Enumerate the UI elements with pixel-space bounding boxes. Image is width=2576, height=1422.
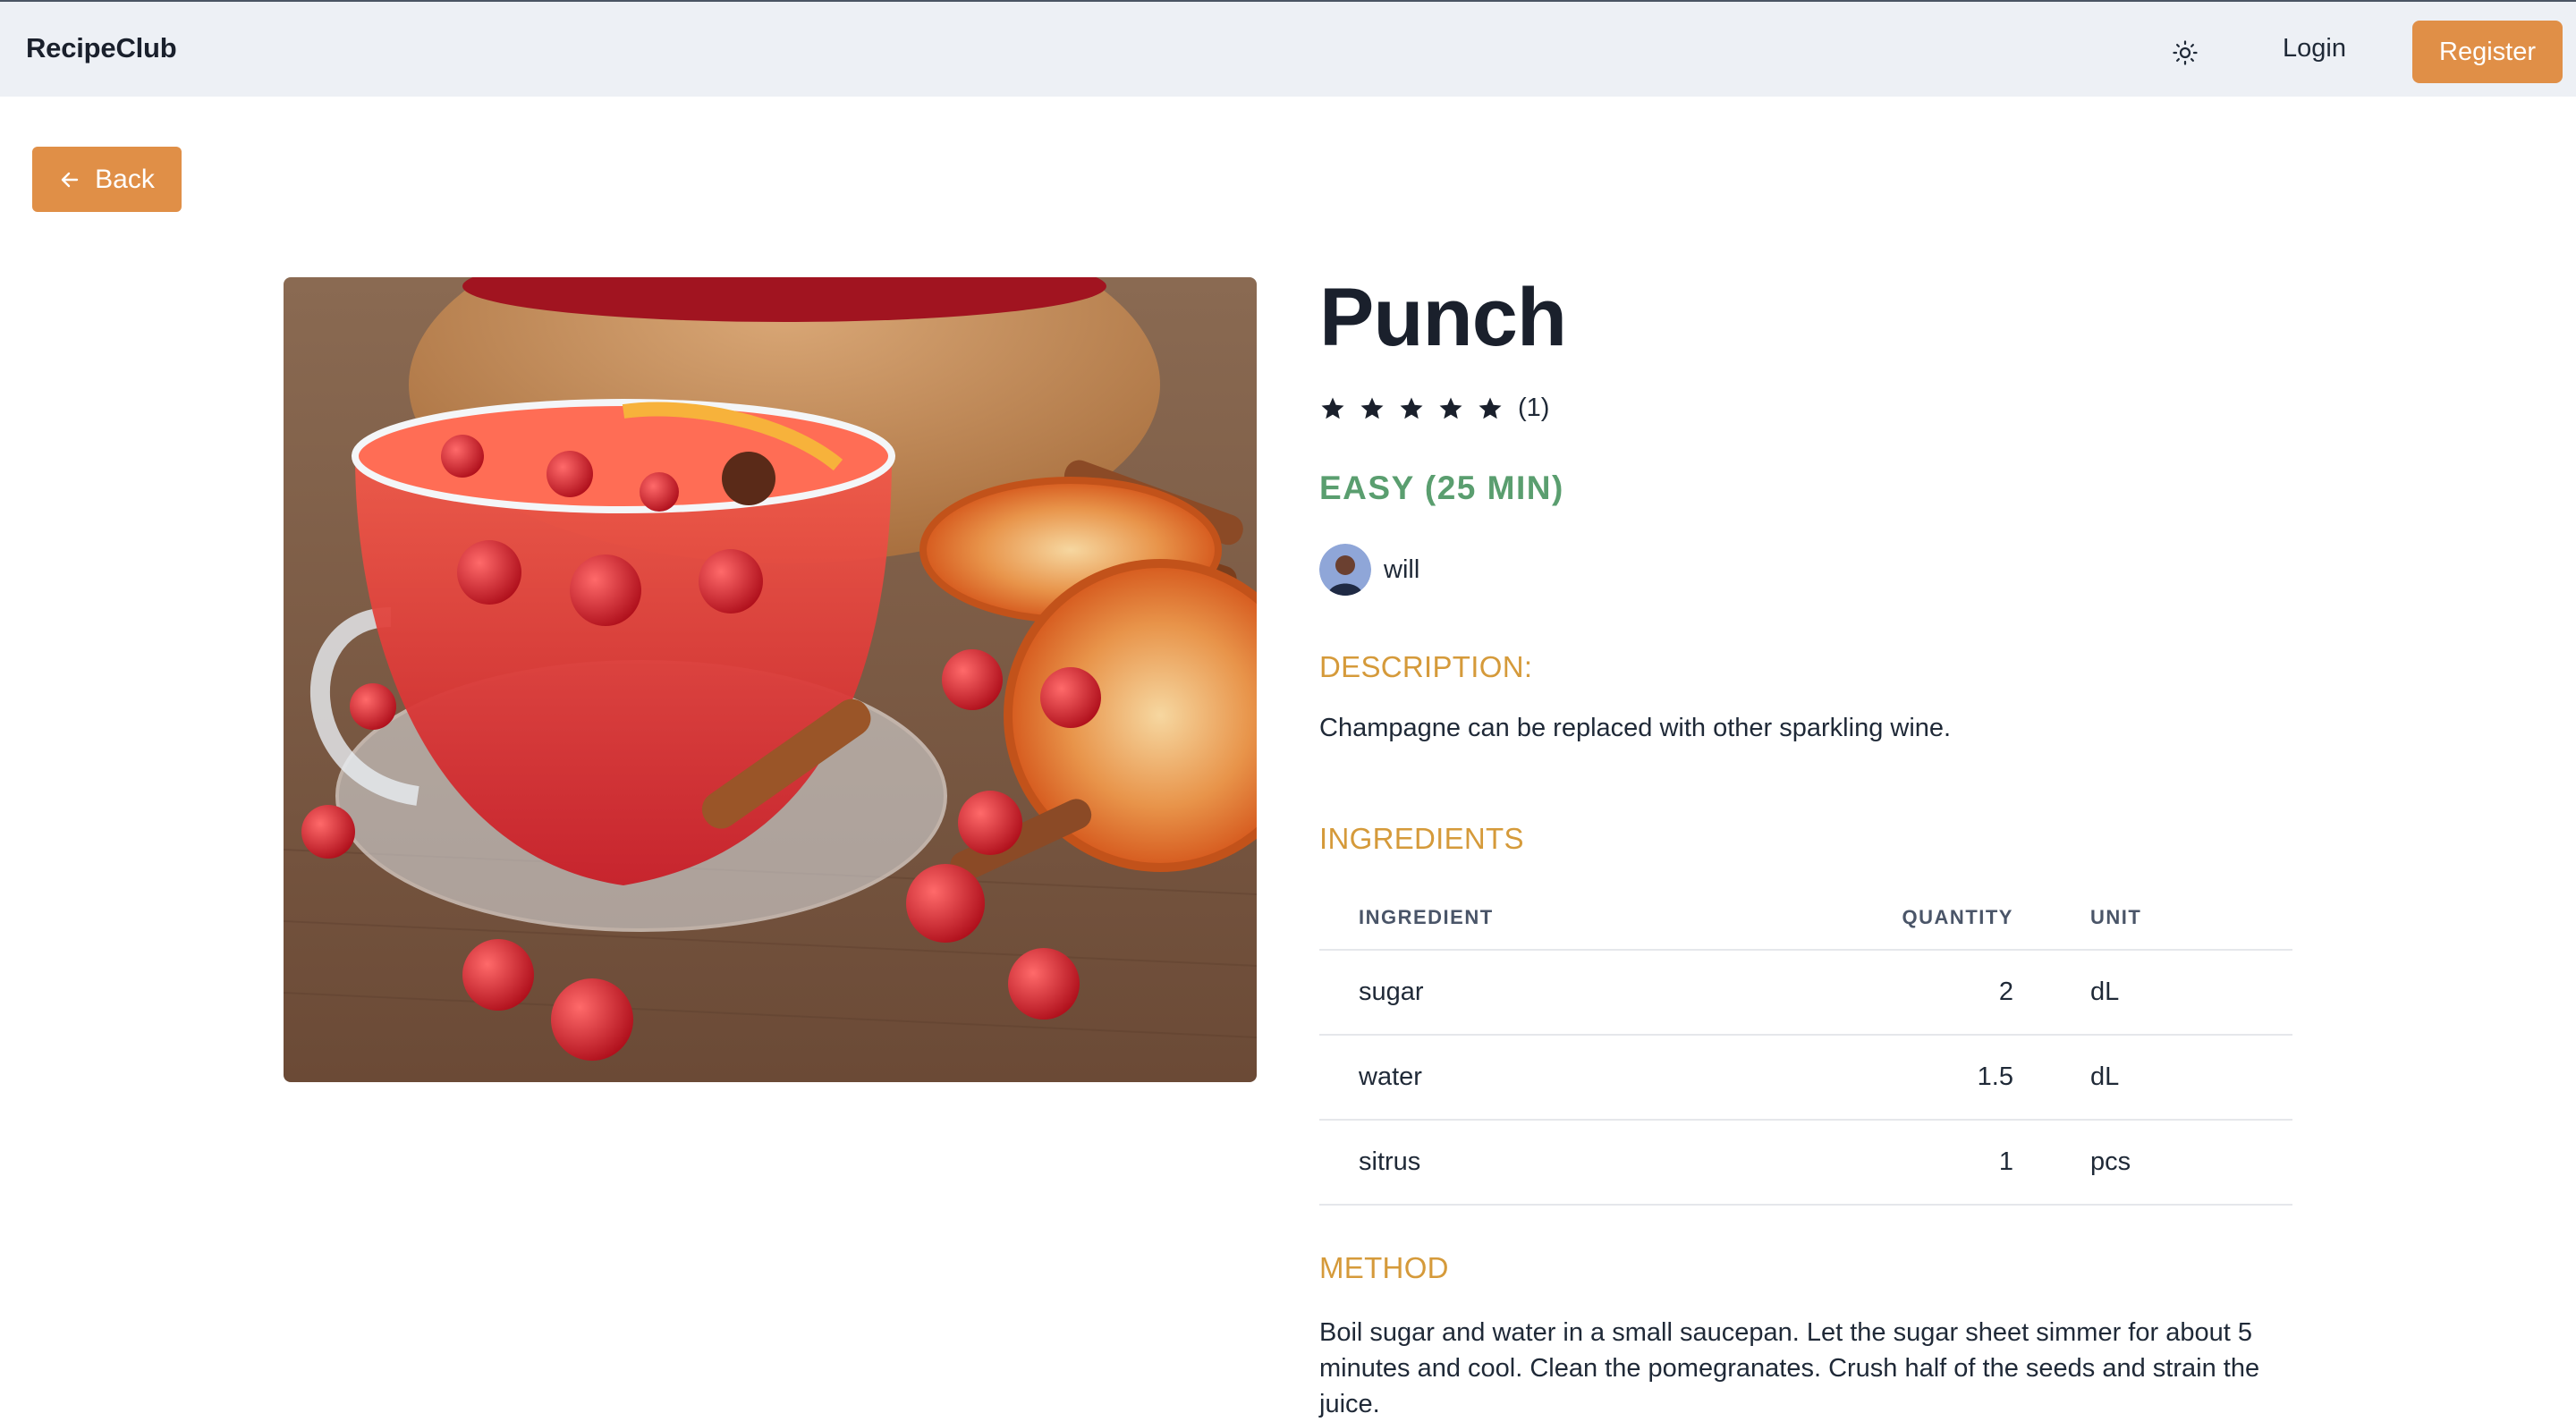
column-header-unit: UNIT (2013, 885, 2292, 951)
ingredient-unit: pcs (2013, 1120, 2292, 1206)
ingredients-table: INGREDIENT QUANTITY UNIT sugar 2 dL wate… (1319, 885, 2292, 1206)
sun-icon (2173, 40, 2198, 65)
difficulty-label: EASY (25 MIN) (1319, 470, 1564, 506)
theme-toggle-button[interactable] (2168, 36, 2202, 70)
back-button-label: Back (95, 164, 155, 194)
ingredient-quantity: 2 (1820, 950, 2013, 1036)
column-header-ingredient: INGREDIENT (1319, 885, 1820, 951)
ingredient-quantity: 1 (1820, 1120, 2013, 1206)
star-icon (1321, 397, 1344, 419)
register-button[interactable]: Register (2412, 21, 2563, 83)
description-text: Champagne can be replaced with other spa… (1319, 714, 1952, 742)
author-name: will (1384, 554, 1420, 584)
ingredient-unit: dL (2013, 950, 2292, 1036)
table-header-row: INGREDIENT QUANTITY UNIT (1319, 885, 2292, 951)
rating[interactable]: (1) (1319, 394, 1549, 423)
ingredients-heading: INGREDIENTS (1319, 822, 1524, 855)
star-icon (1360, 397, 1384, 419)
table-row: sugar 2 dL (1319, 950, 2292, 1036)
brand-logo[interactable]: RecipeClub (26, 32, 177, 64)
star-icon (1479, 397, 1502, 419)
arrow-left-icon (61, 172, 79, 187)
method-text: Boil sugar and water in a small saucepan… (1319, 1318, 2260, 1418)
rating-count: (1) (1518, 394, 1550, 422)
column-header-quantity: QUANTITY (1820, 885, 2013, 951)
login-link[interactable]: Login (2283, 34, 2346, 63)
ingredient-unit: dL (2013, 1035, 2292, 1121)
recipe-title: Punch (1319, 272, 1567, 363)
description-heading: DESCRIPTION: (1319, 650, 1533, 683)
top-navbar: RecipeClub Login Register (0, 0, 2576, 97)
ingredient-name: sitrus (1319, 1120, 1820, 1206)
recipe-image (284, 277, 1257, 1082)
ingredient-name: water (1319, 1035, 1820, 1121)
ingredient-name: sugar (1319, 950, 1820, 1036)
table-row: sitrus 1 pcs (1319, 1120, 2292, 1206)
ingredient-quantity: 1.5 (1820, 1035, 2013, 1121)
method-heading: METHOD (1319, 1251, 1449, 1284)
star-icon (1400, 397, 1423, 419)
avatar (1319, 544, 1371, 596)
author[interactable]: will (1319, 544, 1419, 596)
table-row: water 1.5 dL (1319, 1035, 2292, 1121)
star-icon (1439, 397, 1462, 419)
back-button[interactable]: Back (32, 147, 182, 212)
